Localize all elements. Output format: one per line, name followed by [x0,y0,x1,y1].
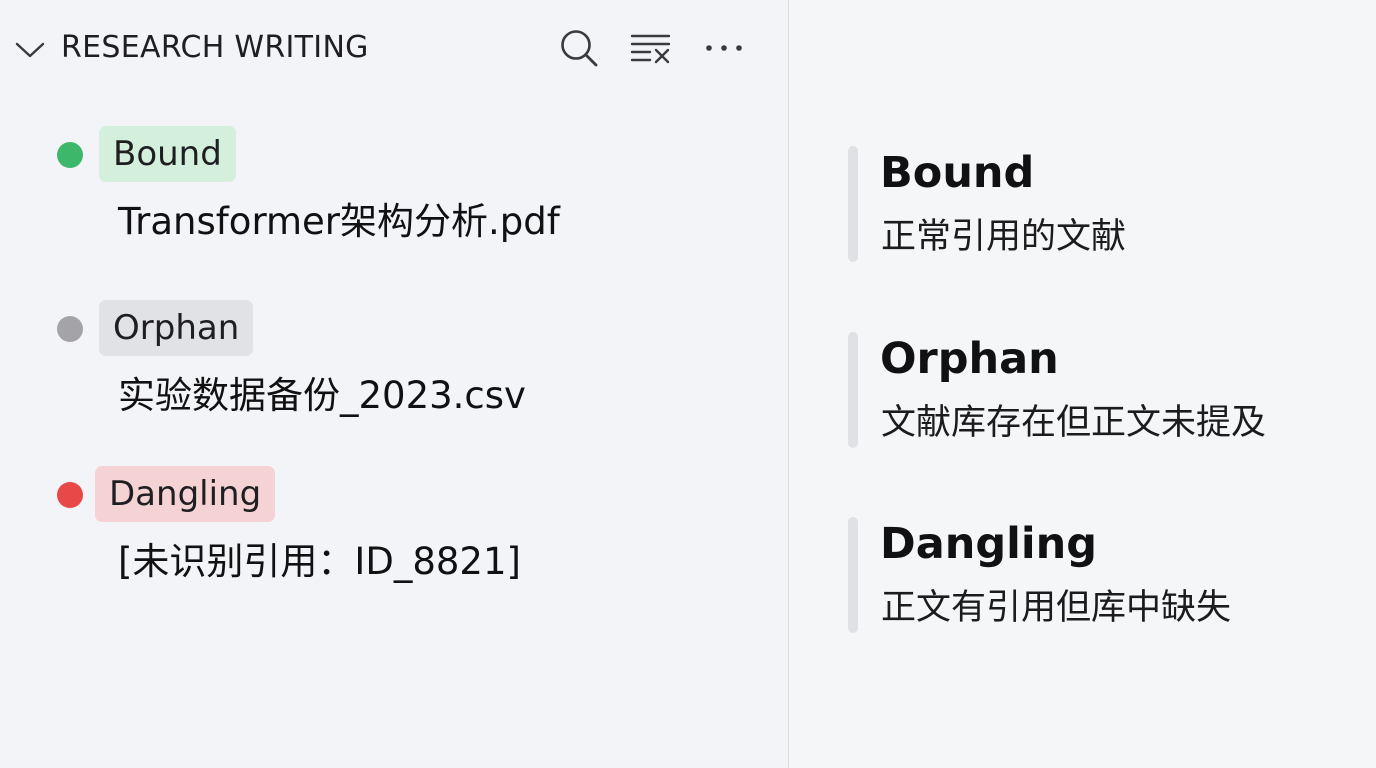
legend-description: 正文有引用但库中缺失 [881,588,1232,628]
file-name: Transformer架构分析.pdf [118,200,560,243]
list-item-bound[interactable]: Bound Transformer架构分析.pdf [0,126,788,256]
legend-accent-bar [848,517,858,633]
legend-title: Bound [880,148,1035,198]
dangling-status-dot [57,482,83,508]
legend-title: Orphan [880,334,1059,384]
dangling-badge: Dangling [95,466,276,522]
legend-entry-bound: Bound 正常引用的文献 [848,146,1348,264]
legend-title: Dangling [880,519,1097,569]
bound-status-dot [57,142,83,168]
legend-entry-orphan: Orphan 文献库存在但正文未提及 [848,332,1348,450]
chevron-down-icon[interactable] [14,34,46,66]
orphan-status-dot [57,316,83,342]
clear-filter-icon[interactable] [629,26,673,70]
bound-badge: Bound [99,126,236,182]
search-icon[interactable] [557,26,601,70]
explorer-panel: RESEARCH WRITING Bound Transformer架构分析.p… [0,0,788,768]
file-name: [未识别引用：ID_8821] [118,540,521,583]
legend-description: 文献库存在但正文未提及 [881,403,1267,443]
section-title: RESEARCH WRITING [61,30,369,65]
app-window: RESEARCH WRITING Bound Transformer架构分析.p… [0,0,1376,768]
list-item-orphan[interactable]: Orphan 实验数据备份_2023.csv [0,300,788,430]
legend-accent-bar [848,332,858,448]
more-icon[interactable] [702,26,746,70]
list-item-dangling[interactable]: Dangling [未识别引用：ID_8821] [0,466,788,596]
legend-description: 正常引用的文献 [881,217,1127,257]
legend-entry-dangling: Dangling 正文有引用但库中缺失 [848,517,1348,635]
section-header[interactable]: RESEARCH WRITING [0,0,788,96]
legend-accent-bar [848,146,858,262]
file-name: 实验数据备份_2023.csv [118,374,526,417]
orphan-badge: Orphan [99,300,254,356]
